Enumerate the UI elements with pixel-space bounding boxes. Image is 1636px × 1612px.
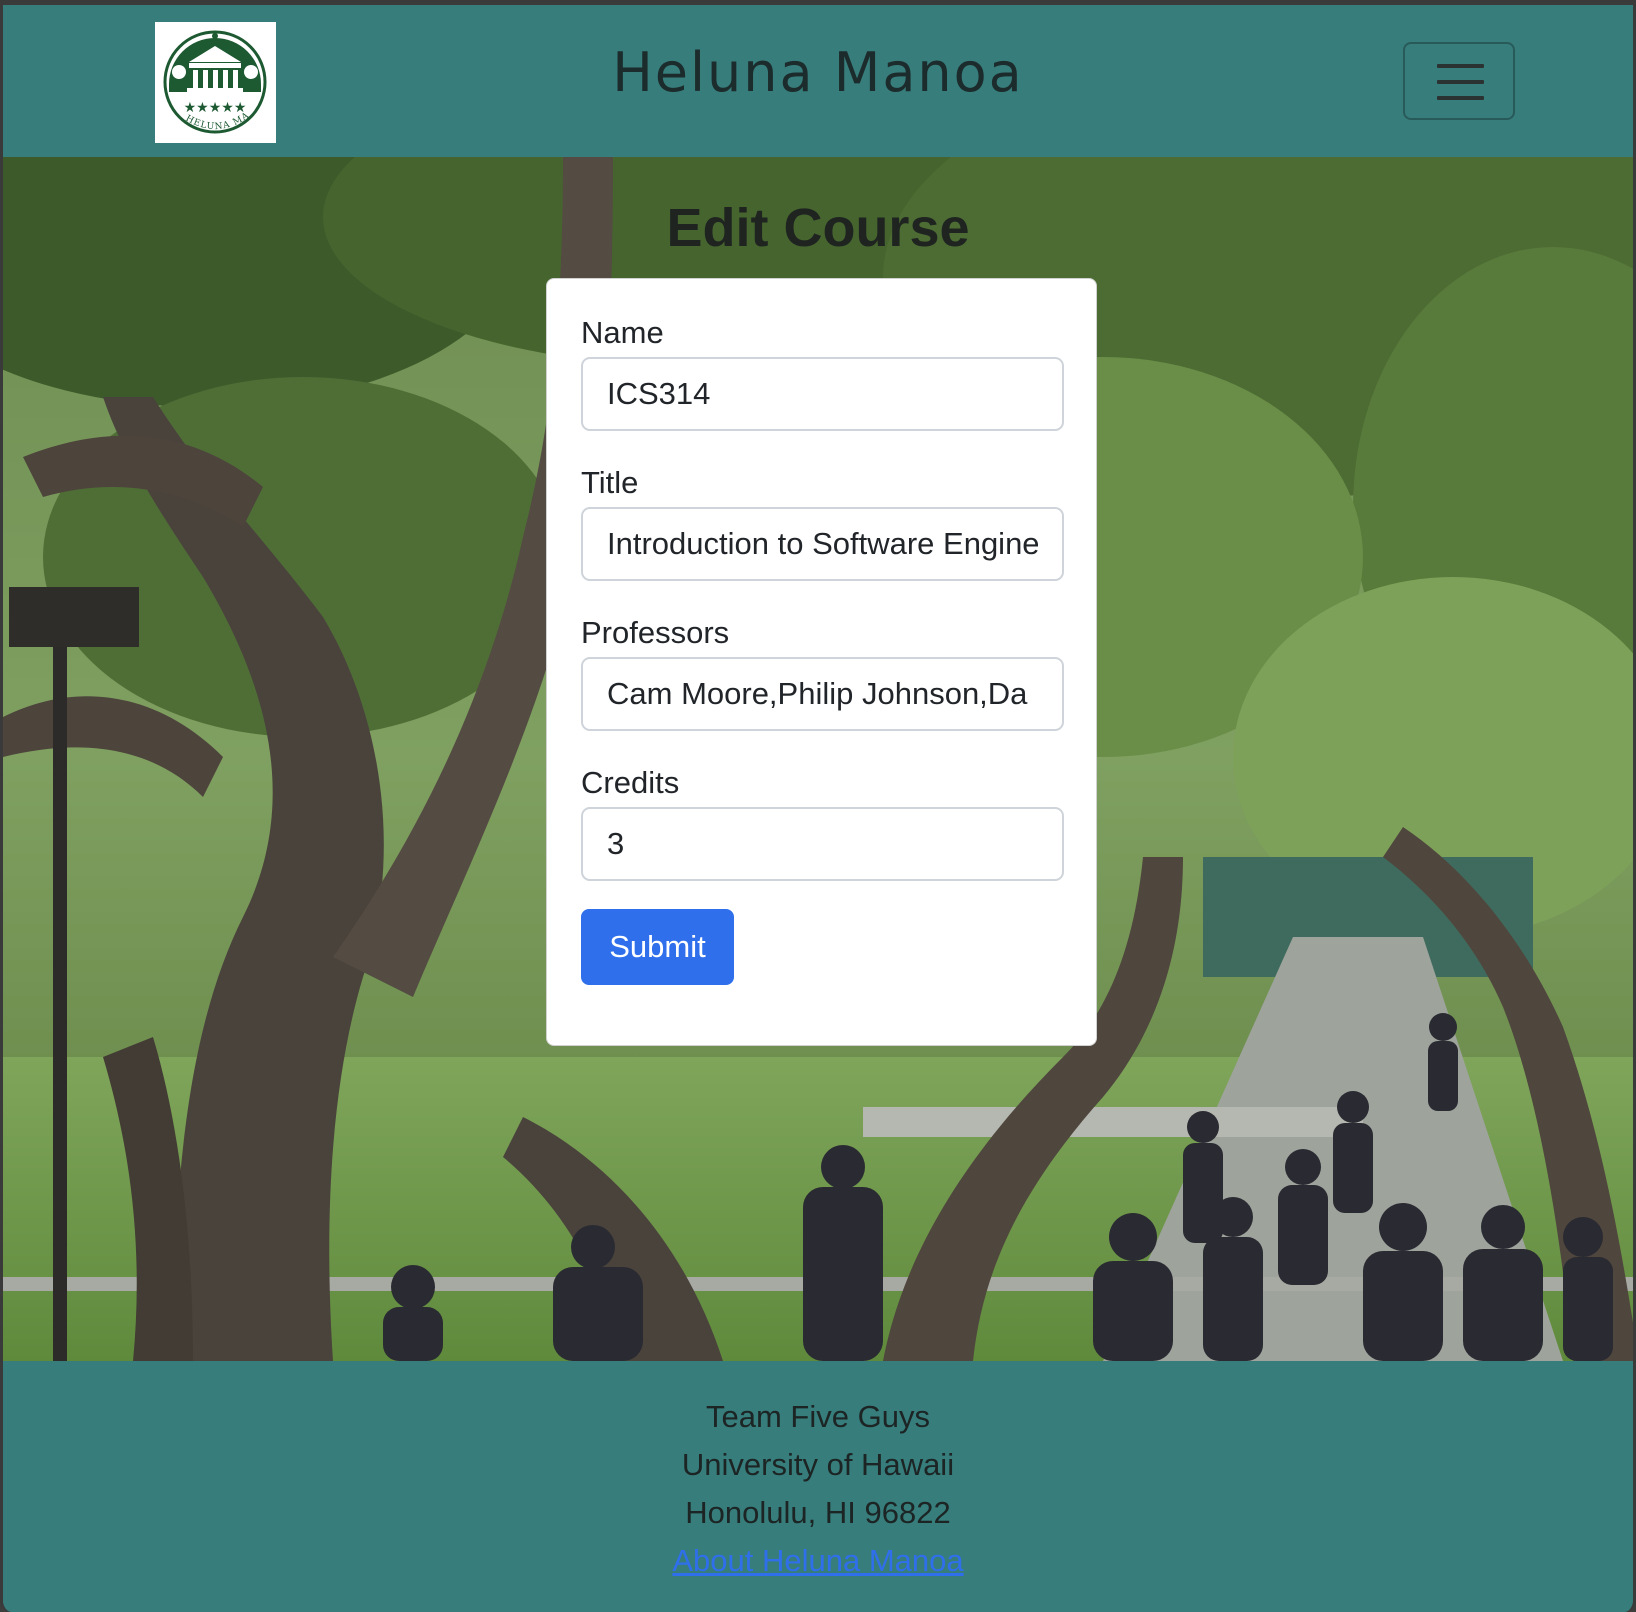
page-title: Edit Course: [666, 198, 970, 258]
professors-label: Professors: [581, 615, 730, 650]
title-field[interactable]: [581, 507, 1064, 581]
navbar: ★★★★★ HELUNA MANOA Heluna Manoa: [3, 5, 1633, 157]
submit-button[interactable]: Submit: [581, 909, 734, 985]
footer: Team Five Guys University of Hawaii Hono…: [3, 1361, 1633, 1612]
credits-field[interactable]: [581, 807, 1064, 881]
name-label: Name: [581, 315, 664, 350]
menu-toggle-button[interactable]: [1403, 42, 1515, 120]
hamburger-menu-icon: [1437, 64, 1484, 68]
edit-course-form: Name Title Professors Credits Submit: [546, 278, 1097, 1046]
title-label: Title: [581, 465, 639, 500]
name-field[interactable]: [581, 357, 1064, 431]
credits-label: Credits: [581, 765, 680, 800]
about-link[interactable]: About Heluna Manoa: [3, 1543, 1633, 1579]
hero-background: Edit Course Name Title Professors Credit…: [3, 157, 1633, 1361]
hamburger-menu-icon-bar: [1437, 80, 1484, 84]
brand-title[interactable]: Heluna Manoa: [3, 41, 1633, 104]
footer-location: Honolulu, HI 96822: [685, 1495, 951, 1530]
browser-frame: ★★★★★ HELUNA MANOA Heluna Manoa: [0, 0, 1636, 1612]
hamburger-menu-icon-bar: [1437, 96, 1484, 100]
footer-team: Team Five Guys: [706, 1399, 930, 1434]
footer-university: University of Hawaii: [681, 1447, 955, 1482]
professors-field[interactable]: [581, 657, 1064, 731]
